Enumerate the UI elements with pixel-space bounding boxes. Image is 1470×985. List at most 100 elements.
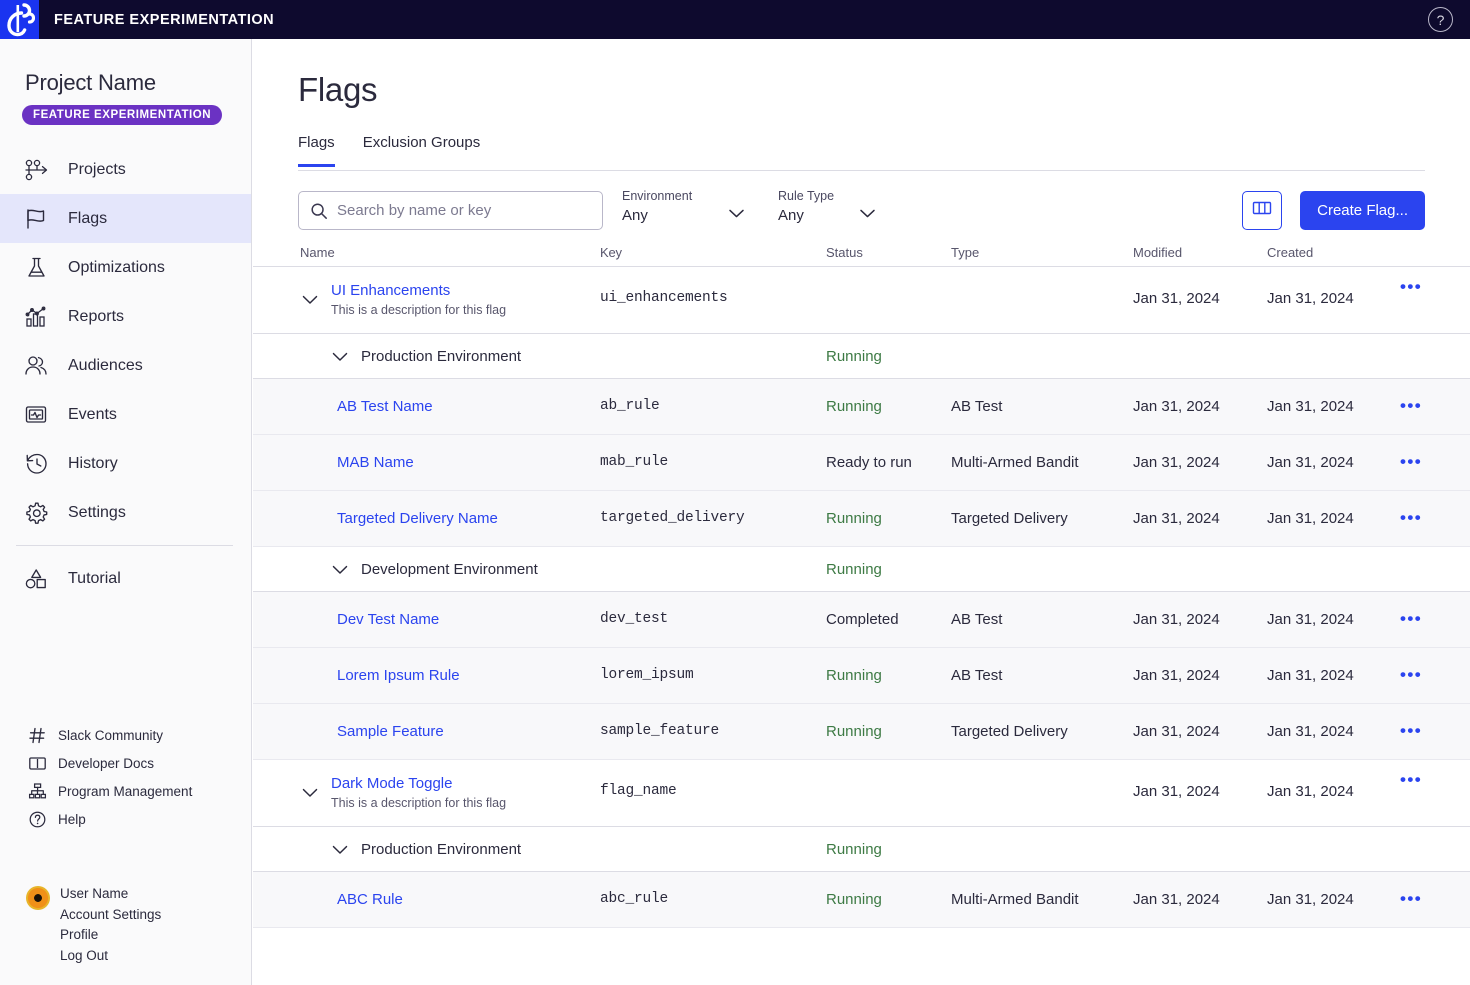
row-actions-menu[interactable]: ••• (1400, 666, 1422, 683)
rule-name-link[interactable]: Sample Feature (337, 723, 444, 740)
table-row[interactable]: MAB Name mab_rule Ready to run Multi-Arm… (253, 435, 1470, 491)
footer-item-slack-community[interactable]: Slack Community (26, 721, 192, 749)
table-row[interactable]: UI Enhancements This is a description fo… (253, 267, 1470, 334)
rule-name-link[interactable]: MAB Name (337, 454, 414, 471)
expand-chevron-icon[interactable] (331, 563, 349, 581)
environment-filter[interactable]: Environment Any (622, 189, 744, 224)
flag-created: Jan 31, 2024 (1267, 783, 1354, 800)
rule-key: ab_rule (600, 398, 660, 414)
column-header-status[interactable]: Status (826, 245, 863, 260)
column-header-type[interactable]: Type (951, 245, 979, 260)
row-actions-menu[interactable]: ••• (1400, 509, 1422, 526)
rule-type: Targeted Delivery (951, 510, 1068, 527)
rule-type-filter[interactable]: Rule Type Any (778, 189, 875, 224)
avatar[interactable] (26, 886, 50, 910)
column-header-modified[interactable]: Modified (1133, 245, 1182, 260)
table-row[interactable]: Dark Mode Toggle This is a description f… (253, 760, 1470, 827)
table-row[interactable]: Production Environment Running (253, 334, 1470, 379)
footer-item-help[interactable]: Help (26, 805, 192, 833)
flag-icon (22, 207, 52, 231)
rule-created: Jan 31, 2024 (1267, 398, 1354, 415)
footer-item-developer-docs[interactable]: Developer Docs (26, 749, 192, 777)
table-row[interactable]: AB Test Name ab_rule Running AB Test Jan… (253, 379, 1470, 435)
row-actions-menu[interactable]: ••• (1400, 771, 1422, 788)
flag-key: ui_enhancements (600, 290, 728, 306)
flag-name-link[interactable]: Dark Mode Toggle (331, 775, 506, 792)
expand-chevron-icon[interactable] (331, 350, 349, 368)
users-icon (22, 354, 52, 378)
table-row[interactable]: ABC Rule abc_rule Running Multi-Armed Ba… (253, 872, 1470, 928)
tab-flags[interactable]: Flags (298, 134, 335, 167)
search-input[interactable] (337, 202, 577, 219)
sidebar-item-history[interactable]: History (0, 439, 251, 488)
column-picker-button[interactable] (1242, 191, 1282, 230)
sidebar-item-settings[interactable]: Settings (0, 488, 251, 537)
table-row[interactable]: Targeted Delivery Name targeted_delivery… (253, 491, 1470, 547)
footer-item-program-management[interactable]: Program Management (26, 777, 192, 805)
rule-name-link[interactable]: ABC Rule (337, 891, 403, 908)
rule-type-filter-label: Rule Type (778, 189, 835, 203)
bar-chart-icon (22, 305, 52, 329)
row-actions-menu[interactable]: ••• (1400, 890, 1422, 907)
row-actions-menu[interactable]: ••• (1400, 722, 1422, 739)
sidebar-item-tutorial[interactable]: Tutorial (0, 554, 251, 603)
sidebar-item-audiences[interactable]: Audiences (0, 341, 251, 390)
sidebar-item-label: Flags (68, 209, 108, 227)
footer-item-label: Program Management (58, 783, 193, 799)
table-row[interactable]: Production Environment Running (253, 827, 1470, 872)
sidebar-item-projects[interactable]: Projects (0, 145, 251, 194)
user-menu: User Name Account Settings Profile Log O… (26, 884, 161, 966)
table-row[interactable]: Lorem Ipsum Rule lorem_ipsum Running AB … (253, 648, 1470, 704)
log-out-link[interactable]: Log Out (60, 946, 161, 967)
rule-key: dev_test (600, 611, 669, 627)
row-actions-menu[interactable]: ••• (1400, 610, 1422, 627)
rule-type: AB Test (951, 611, 1003, 628)
flag-created: Jan 31, 2024 (1267, 290, 1354, 307)
search-box[interactable] (298, 191, 603, 230)
rule-key: mab_rule (600, 454, 669, 470)
footer-item-label: Help (58, 811, 86, 827)
toolbar: Environment Any Rule Type Any Create Fla… (298, 189, 1425, 241)
chevron-down-icon[interactable] (728, 206, 745, 224)
optimizely-logo[interactable] (0, 0, 39, 39)
flag-name-link[interactable]: UI Enhancements (331, 282, 506, 299)
expand-chevron-icon[interactable] (301, 293, 319, 311)
row-actions-menu[interactable]: ••• (1400, 278, 1422, 295)
environment-name: Development Environment (361, 561, 538, 578)
sidebar-item-label: Optimizations (68, 258, 165, 276)
rule-created: Jan 31, 2024 (1267, 723, 1354, 740)
expand-chevron-icon[interactable] (301, 786, 319, 804)
environment-name: Production Environment (361, 841, 522, 858)
tab-exclusion-groups[interactable]: Exclusion Groups (363, 134, 481, 164)
rule-name-link[interactable]: Lorem Ipsum Rule (337, 667, 460, 684)
sidebar-item-events[interactable]: Events (0, 390, 251, 439)
environment-status: Running (826, 561, 882, 578)
main-content: Flags Flags Exclusion Groups Environment… (253, 39, 1470, 985)
column-header-name[interactable]: Name (300, 245, 335, 260)
table-row[interactable]: Dev Test Name dev_test Completed AB Test… (253, 592, 1470, 648)
user-name: User Name (60, 886, 129, 901)
flag-modified: Jan 31, 2024 (1133, 783, 1220, 800)
rule-key: sample_feature (600, 723, 720, 739)
help-icon[interactable]: ? (1428, 7, 1453, 32)
table-row[interactable]: Sample Feature sample_feature Running Ta… (253, 704, 1470, 760)
chevron-down-icon[interactable] (859, 206, 876, 224)
table-row[interactable]: Development Environment Running (253, 547, 1470, 592)
column-header-key[interactable]: Key (600, 245, 622, 260)
rule-modified: Jan 31, 2024 (1133, 667, 1220, 684)
row-actions-menu[interactable]: ••• (1400, 397, 1422, 414)
clock-rewind-icon (22, 452, 52, 476)
rule-name-link[interactable]: Targeted Delivery Name (337, 510, 498, 527)
create-flag-button[interactable]: Create Flag... (1300, 191, 1425, 230)
row-actions-menu[interactable]: ••• (1400, 453, 1422, 470)
profile-link[interactable]: Profile (60, 925, 161, 946)
sidebar-item-reports[interactable]: Reports (0, 292, 251, 341)
sidebar-item-flags[interactable]: Flags (0, 194, 251, 243)
rule-name-link[interactable]: Dev Test Name (337, 611, 439, 628)
rule-status: Running (826, 891, 882, 908)
column-header-created[interactable]: Created (1267, 245, 1313, 260)
account-settings-link[interactable]: Account Settings (60, 905, 161, 926)
expand-chevron-icon[interactable] (331, 843, 349, 861)
rule-name-link[interactable]: AB Test Name (337, 398, 433, 415)
sidebar-item-optimizations[interactable]: Optimizations (0, 243, 251, 292)
